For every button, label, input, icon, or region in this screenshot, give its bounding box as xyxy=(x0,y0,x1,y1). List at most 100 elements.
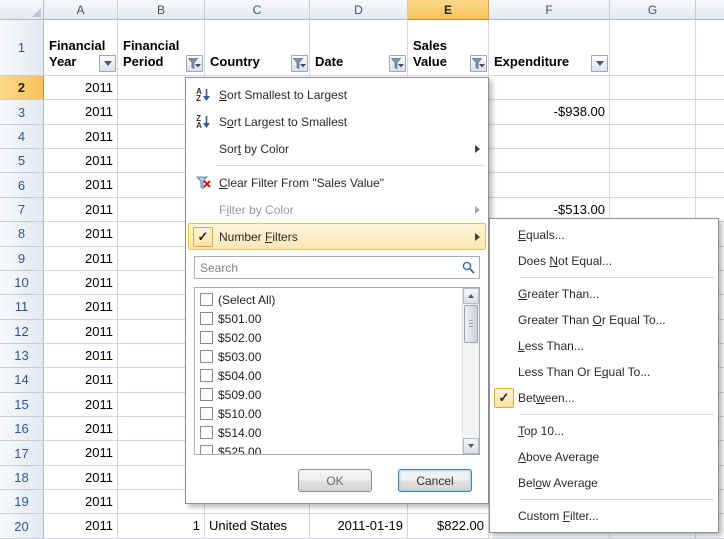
filter-dropdown-button-A[interactable] xyxy=(99,55,116,72)
row-header-9[interactable]: 9 xyxy=(0,247,44,271)
filter-funnel-button-E[interactable] xyxy=(470,55,487,72)
ok-button[interactable]: OK xyxy=(298,469,372,492)
submenu-item-between[interactable]: ✓Between... xyxy=(490,385,718,411)
cell-A6[interactable]: 2011 xyxy=(44,173,118,197)
filter-value-501-00[interactable]: $501.00 xyxy=(195,309,462,328)
submenu-item-greater-than[interactable]: Greater Than... xyxy=(490,281,718,307)
filter-value-509-00[interactable]: $509.00 xyxy=(195,385,462,404)
select-all-button[interactable] xyxy=(0,0,44,20)
cell-H5[interactable] xyxy=(696,149,724,173)
filter-value-select-all[interactable]: (Select All) xyxy=(195,290,462,309)
cancel-button[interactable]: Cancel xyxy=(398,469,472,492)
row-header-13[interactable]: 13 xyxy=(0,344,44,368)
row-header-3[interactable]: 3 xyxy=(0,100,44,124)
header-cell-H1[interactable] xyxy=(696,20,724,76)
checkbox[interactable] xyxy=(200,407,213,420)
cell-H6[interactable] xyxy=(696,173,724,197)
filter-funnel-button-B[interactable] xyxy=(186,55,203,72)
row-header-10[interactable]: 10 xyxy=(0,271,44,295)
cell-A7[interactable]: 2011 xyxy=(44,198,118,222)
checkbox[interactable] xyxy=(200,369,213,382)
search-icon[interactable] xyxy=(457,261,479,274)
cell-A11[interactable]: 2011 xyxy=(44,295,118,319)
scroll-up-button[interactable] xyxy=(463,288,479,304)
column-header-A[interactable]: A xyxy=(44,0,118,20)
cell-F3[interactable]: -$938.00 xyxy=(489,100,610,124)
cell-A13[interactable]: 2011 xyxy=(44,344,118,368)
cell-A8[interactable]: 2011 xyxy=(44,222,118,246)
row-header-18[interactable]: 18 xyxy=(0,466,44,490)
cell-A15[interactable]: 2011 xyxy=(44,393,118,417)
cell-F4[interactable] xyxy=(489,125,610,149)
header-cell-C1[interactable]: Country xyxy=(205,20,310,76)
cell-F2[interactable] xyxy=(489,76,610,100)
row-header-16[interactable]: 16 xyxy=(0,417,44,441)
checkbox[interactable] xyxy=(200,426,213,439)
cell-G6[interactable] xyxy=(610,173,696,197)
scroll-down-button[interactable] xyxy=(463,438,479,454)
row-header-5[interactable]: 5 xyxy=(0,149,44,173)
filter-value-525-00[interactable]: $525.00 xyxy=(195,442,462,455)
header-cell-B1[interactable]: FinancialPeriod xyxy=(118,20,205,76)
filter-funnel-button-C[interactable] xyxy=(291,55,308,72)
cell-H3[interactable] xyxy=(696,100,724,124)
cell-A19[interactable]: 2011 xyxy=(44,490,118,514)
cell-D20[interactable]: 2011-01-19 xyxy=(310,514,408,538)
search-input[interactable] xyxy=(195,257,457,278)
menu-item-number-filters[interactable]: ✓Number Filters xyxy=(188,223,486,250)
header-cell-D1[interactable]: Date xyxy=(310,20,408,76)
row-header-7[interactable]: 7 xyxy=(0,198,44,222)
cell-A5[interactable]: 2011 xyxy=(44,149,118,173)
column-header-B[interactable]: B xyxy=(118,0,205,20)
filter-value-510-00[interactable]: $510.00 xyxy=(195,404,462,423)
cell-F5[interactable] xyxy=(489,149,610,173)
cell-A20[interactable]: 2011 xyxy=(44,514,118,538)
header-cell-E1[interactable]: SalesValue xyxy=(408,20,489,76)
cell-B20[interactable]: 1 xyxy=(118,514,205,538)
cell-A16[interactable]: 2011 xyxy=(44,417,118,441)
cell-C20[interactable]: United States xyxy=(205,514,310,538)
submenu-item-less-than[interactable]: Less Than... xyxy=(490,333,718,359)
submenu-item-does-not-equal[interactable]: Does Not Equal... xyxy=(490,248,718,274)
filter-value-504-00[interactable]: $504.00 xyxy=(195,366,462,385)
column-header-partial[interactable] xyxy=(696,0,724,20)
cell-A17[interactable]: 2011 xyxy=(44,441,118,465)
cell-H2[interactable] xyxy=(696,76,724,100)
submenu-item-top-10[interactable]: Top 10... xyxy=(490,418,718,444)
row-header-6[interactable]: 6 xyxy=(0,173,44,197)
header-cell-A1[interactable]: FinancialYear xyxy=(44,20,118,76)
cell-E20[interactable]: $822.00 xyxy=(408,514,489,538)
submenu-item-equals[interactable]: Equals... xyxy=(490,222,718,248)
row-header-8[interactable]: 8 xyxy=(0,222,44,246)
menu-item-filter-by-color[interactable]: Filter by Color xyxy=(188,196,486,223)
filter-value-503-00[interactable]: $503.00 xyxy=(195,347,462,366)
menu-item-sort-largest-to-smallest[interactable]: ZASort Largest to Smallest xyxy=(188,108,486,135)
cell-A12[interactable]: 2011 xyxy=(44,320,118,344)
menu-item-sort-smallest-to-largest[interactable]: AZSort Smallest to Largest xyxy=(188,81,486,108)
checkbox[interactable] xyxy=(200,312,213,325)
row-header-4[interactable]: 4 xyxy=(0,125,44,149)
cell-G5[interactable] xyxy=(610,149,696,173)
row-header-15[interactable]: 15 xyxy=(0,393,44,417)
cell-G4[interactable] xyxy=(610,125,696,149)
cell-F6[interactable] xyxy=(489,173,610,197)
row-header-17[interactable]: 17 xyxy=(0,441,44,465)
submenu-item-greater-than-or-equal-to[interactable]: Greater Than Or Equal To... xyxy=(490,307,718,333)
row-header-14[interactable]: 14 xyxy=(0,368,44,392)
checkbox[interactable] xyxy=(200,293,213,306)
filter-funnel-button-D[interactable] xyxy=(389,55,406,72)
column-header-F[interactable]: F xyxy=(489,0,610,20)
search-box[interactable] xyxy=(194,256,480,279)
column-header-E[interactable]: E xyxy=(408,0,489,20)
header-cell-F1[interactable]: Expenditure xyxy=(489,20,610,76)
row-header-19[interactable]: 19 xyxy=(0,490,44,514)
row-header-11[interactable]: 11 xyxy=(0,295,44,319)
header-cell-G1[interactable] xyxy=(610,20,696,76)
submenu-item-custom-filter[interactable]: Custom Filter... xyxy=(490,503,718,529)
cell-G2[interactable] xyxy=(610,76,696,100)
submenu-item-below-average[interactable]: Below Average xyxy=(490,470,718,496)
column-header-D[interactable]: D xyxy=(310,0,408,20)
cell-G3[interactable] xyxy=(610,100,696,124)
cell-H4[interactable] xyxy=(696,125,724,149)
cell-A4[interactable]: 2011 xyxy=(44,125,118,149)
